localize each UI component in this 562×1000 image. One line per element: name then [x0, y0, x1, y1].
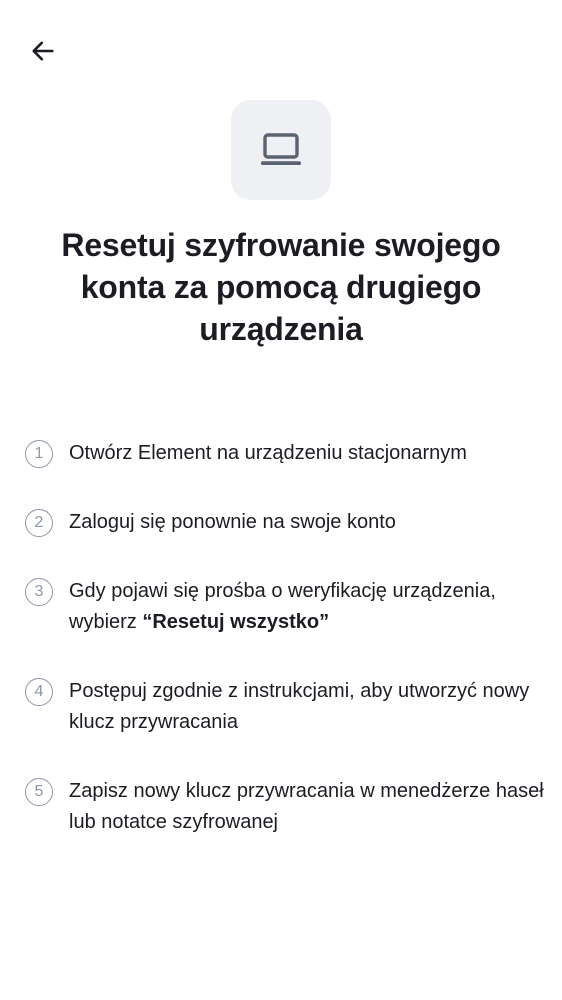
step-text: Otwórz Element na urządzeniu stacjonarny…: [69, 442, 467, 464]
step-text: Postępuj zgodnie z instrukcjami, aby utw…: [69, 680, 530, 733]
laptop-icon: [261, 133, 301, 165]
back-button[interactable]: [22, 30, 64, 72]
list-item: 2 Zaloguj się ponownie na swoje konto: [25, 507, 544, 538]
list-item: 4 Postępuj zgodnie z instrukcjami, aby u…: [25, 676, 544, 738]
step-number: 1: [25, 440, 53, 468]
step-number: 2: [25, 509, 53, 537]
step-text: Zapisz nowy klucz przywracania w menedże…: [69, 780, 544, 833]
step-number: 3: [25, 578, 53, 606]
steps-list: 1 Otwórz Element na urządzeniu stacjonar…: [25, 438, 544, 838]
list-item: 5 Zapisz nowy klucz przywracania w mened…: [25, 776, 544, 838]
arrow-left-icon: [32, 41, 54, 61]
list-item: 3 Gdy pojawi się prośba o weryfikację ur…: [25, 576, 544, 638]
step-text: Zaloguj się ponownie na swoje konto: [69, 511, 396, 533]
step-text: Gdy pojawi się prośba o weryfikację urzą…: [69, 576, 544, 638]
list-item: 1 Otwórz Element na urządzeniu stacjonar…: [25, 438, 544, 469]
step-number: 5: [25, 778, 53, 806]
page-title: Resetuj szyfrowanie swojego konta za pom…: [61, 227, 501, 347]
device-icon-tile: [231, 100, 331, 200]
step-text-emphasis: “Resetuj wszystko”: [142, 611, 330, 633]
step-number: 4: [25, 678, 53, 706]
